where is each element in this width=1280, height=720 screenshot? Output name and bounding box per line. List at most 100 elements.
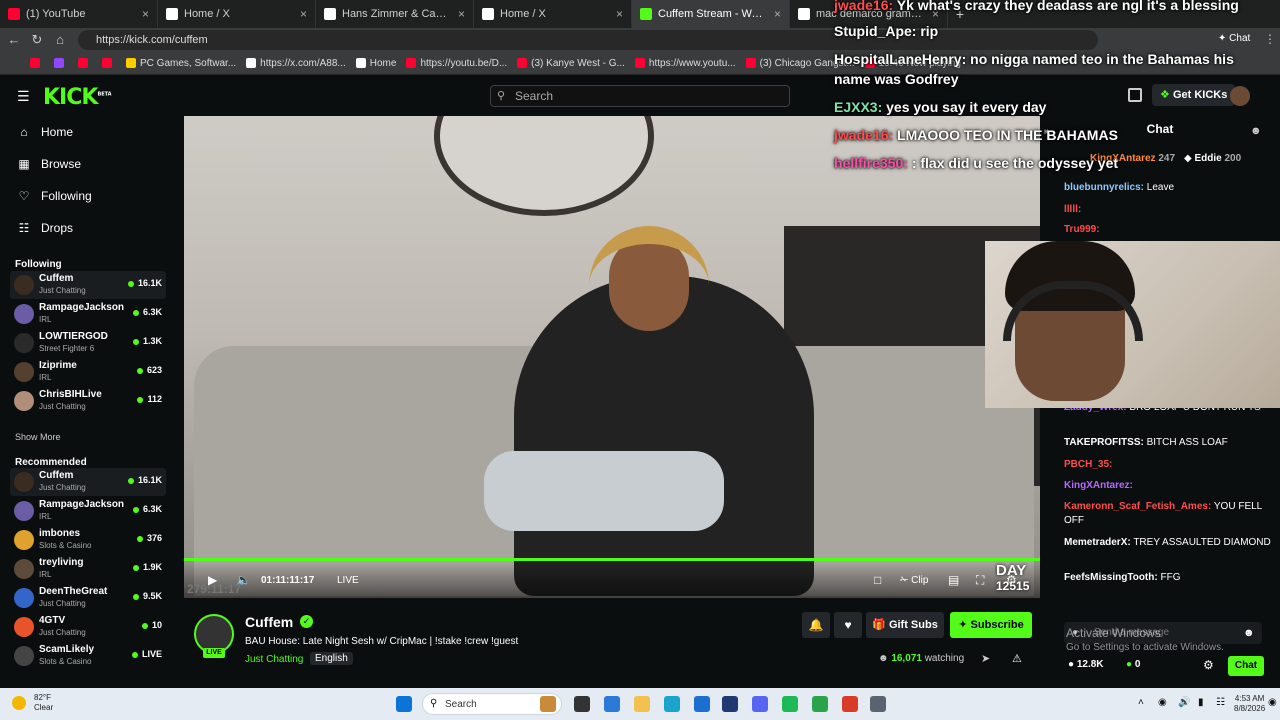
gift-subs-button[interactable]: 🎁 Gift Subs [866, 612, 944, 638]
close-tab-icon[interactable]: × [142, 7, 149, 21]
home-icon[interactable]: ⌂ [52, 32, 68, 48]
copilot-icon[interactable] [604, 696, 620, 712]
bookmark-item[interactable]: https://www.youtu... [634, 58, 736, 69]
bookmark-item[interactable]: PC Games, Softwar... [126, 58, 236, 69]
spotify-icon[interactable] [782, 696, 798, 712]
tray-wifi-icon[interactable]: ◉ [1158, 697, 1167, 708]
discord-icon[interactable] [752, 696, 768, 712]
emoji-icon[interactable]: ☻ [1243, 627, 1255, 639]
category-link[interactable]: Just Chatting [245, 654, 303, 665]
xbox-icon[interactable] [812, 696, 828, 712]
channel-item[interactable]: imbones Slots & Casino 376 [10, 526, 166, 554]
tray-network-icon[interactable]: ☷ [1216, 697, 1225, 708]
sidebar-item-browse[interactable]: ▦ Browse [17, 153, 81, 175]
bookmark-item[interactable] [102, 58, 116, 68]
close-tab-icon[interactable]: × [774, 7, 781, 21]
streamer-name[interactable]: Cuffem [245, 614, 293, 630]
channel-viewers: 376 [136, 533, 162, 543]
channel-avatar [14, 333, 34, 353]
channel-item[interactable]: treyliving IRL 1.9K [10, 555, 166, 583]
bookmark-item[interactable]: (3) Kanye West - G... [517, 58, 625, 69]
browser-tab[interactable]: Home / X × [474, 0, 632, 28]
chat-username[interactable]: lllll: [1064, 204, 1081, 215]
close-tab-icon[interactable]: × [616, 7, 623, 21]
viewer-count-value: 16,071 [891, 653, 922, 664]
fullscreen-icon[interactable]: ⛶ [976, 573, 984, 588]
share-icon[interactable]: ➤ [981, 652, 990, 665]
browser-tab[interactable]: Home / X × [158, 0, 316, 28]
clip-button[interactable]: ✁ Clip [900, 575, 928, 586]
tray-chevron-icon[interactable]: ˄ [1138, 697, 1144, 708]
video-player[interactable] [184, 116, 1040, 598]
sidebar-item-home[interactable]: ⌂ Home [17, 121, 73, 143]
close-tab-icon[interactable]: × [300, 7, 307, 21]
channel-item[interactable]: DeenTheGreat Just Chatting 9.5K [10, 584, 166, 612]
bookmark-item[interactable]: Home [355, 58, 396, 69]
chat-username[interactable]: TAKEPROFITSS: [1064, 437, 1144, 448]
report-icon[interactable]: ⚠ [1012, 652, 1022, 665]
taskbar-clock[interactable]: 4:53 AM 8/8/2026 [1234, 694, 1265, 714]
chat-settings-icon[interactable]: ⚙ [1203, 658, 1214, 672]
chat-username[interactable]: Tru999: [1064, 224, 1100, 235]
miniplayer-icon[interactable]: □ [874, 573, 881, 587]
sidebar-item-drops[interactable]: ☷ Drops [17, 217, 73, 239]
bookmark-item[interactable] [54, 58, 68, 68]
channel-item[interactable]: ChrisBIHLive Just Chatting 112 [10, 387, 166, 415]
channel-item[interactable]: Cuffem Just Chatting 16.1K [10, 271, 166, 299]
theater-mode-icon[interactable]: ▤ [948, 573, 959, 587]
channel-points[interactable]: ● 0 [1126, 659, 1140, 670]
subscribe-button[interactable]: ✦ Subscribe [950, 612, 1032, 638]
back-icon[interactable]: ← [6, 32, 22, 48]
channel-item[interactable]: Cuffem Just Chatting 16.1K [10, 468, 166, 496]
channel-item[interactable]: RampageJackson IRL 6.3K [10, 497, 166, 525]
channel-item[interactable]: RampageJackson IRL 6.3K [10, 300, 166, 328]
browser-tab[interactable]: Hans Zimmer & Camille - Turnaro × [316, 0, 474, 28]
browser-tab[interactable]: (1) YouTube × [0, 0, 158, 28]
follow-heart-icon[interactable]: ♥ [834, 612, 862, 638]
channel-viewers: 16.1K [127, 278, 162, 288]
language-tag[interactable]: English [310, 652, 353, 665]
chat-send-button[interactable]: Chat [1228, 656, 1264, 676]
channel-viewers-value: 9.5K [142, 591, 162, 601]
store-icon[interactable] [694, 696, 710, 712]
channel-viewers: 1.3K [132, 336, 162, 346]
channel-item[interactable]: 4GTV Just Chatting 10 [10, 613, 166, 641]
chat-username[interactable]: PBCH_35: [1064, 459, 1112, 470]
kicks-balance[interactable]: ● 12.8K [1068, 659, 1104, 670]
chat-username[interactable]: FeefsMissingTooth: [1064, 572, 1158, 583]
notifications-bell-icon[interactable]: 🔔 [802, 612, 830, 638]
chrome-icon[interactable] [842, 696, 858, 712]
live-dot-icon [132, 564, 139, 571]
windows-start-icon[interactable] [396, 696, 412, 712]
tray-battery-icon[interactable]: ▮ [1198, 697, 1204, 708]
file-explorer-icon[interactable] [634, 696, 650, 712]
channel-item[interactable]: LOWTIERGOD Street Fighter 6 1.3K [10, 329, 166, 357]
chat-username[interactable]: bluebunnyrelics: [1064, 182, 1144, 193]
chat-username[interactable]: KingXAntarez: [1064, 480, 1133, 491]
bookmark-item[interactable]: https://x.com/A88... [246, 58, 346, 69]
chat-username[interactable]: Kameronn_Scaf_Fetish_Ames: [1064, 501, 1211, 512]
chat-username[interactable]: MemetraderX: [1064, 537, 1131, 548]
reload-icon[interactable]: ↻ [29, 32, 45, 48]
progress-bar[interactable] [184, 558, 1040, 561]
close-tab-icon[interactable]: × [458, 7, 465, 21]
edge-icon[interactable] [664, 696, 680, 712]
kick-logo[interactable]: KICKBETA [43, 85, 112, 110]
cat-widget-icon[interactable] [540, 696, 556, 712]
tray-volume-icon[interactable]: 🔊 [1178, 697, 1190, 708]
bookmark-item[interactable] [78, 58, 92, 68]
channel-item[interactable]: Iziprime IRL 623 [10, 358, 166, 386]
search-input[interactable]: Search [490, 85, 790, 107]
task-view-icon[interactable] [574, 696, 590, 712]
outlook-icon[interactable] [722, 696, 738, 712]
channel-item[interactable]: ScamLikely Slots & Casino LIVE [10, 642, 166, 670]
hamburger-icon[interactable]: ☰ [17, 88, 30, 105]
settings-app-icon[interactable] [870, 696, 886, 712]
notification-bell-icon[interactable]: ◉ [1268, 697, 1277, 708]
sidebar-item-following[interactable]: ♡ Following [17, 185, 92, 207]
taskbar-weather[interactable]: 82°F Clear [34, 693, 53, 713]
browser-tab[interactable]: Cuffem Stream - Watch Live on Ki × [632, 0, 790, 28]
show-more-link[interactable]: Show More [15, 432, 61, 442]
bookmark-item[interactable]: https://youtu.be/D... [406, 58, 507, 69]
bookmark-item[interactable] [30, 58, 44, 68]
